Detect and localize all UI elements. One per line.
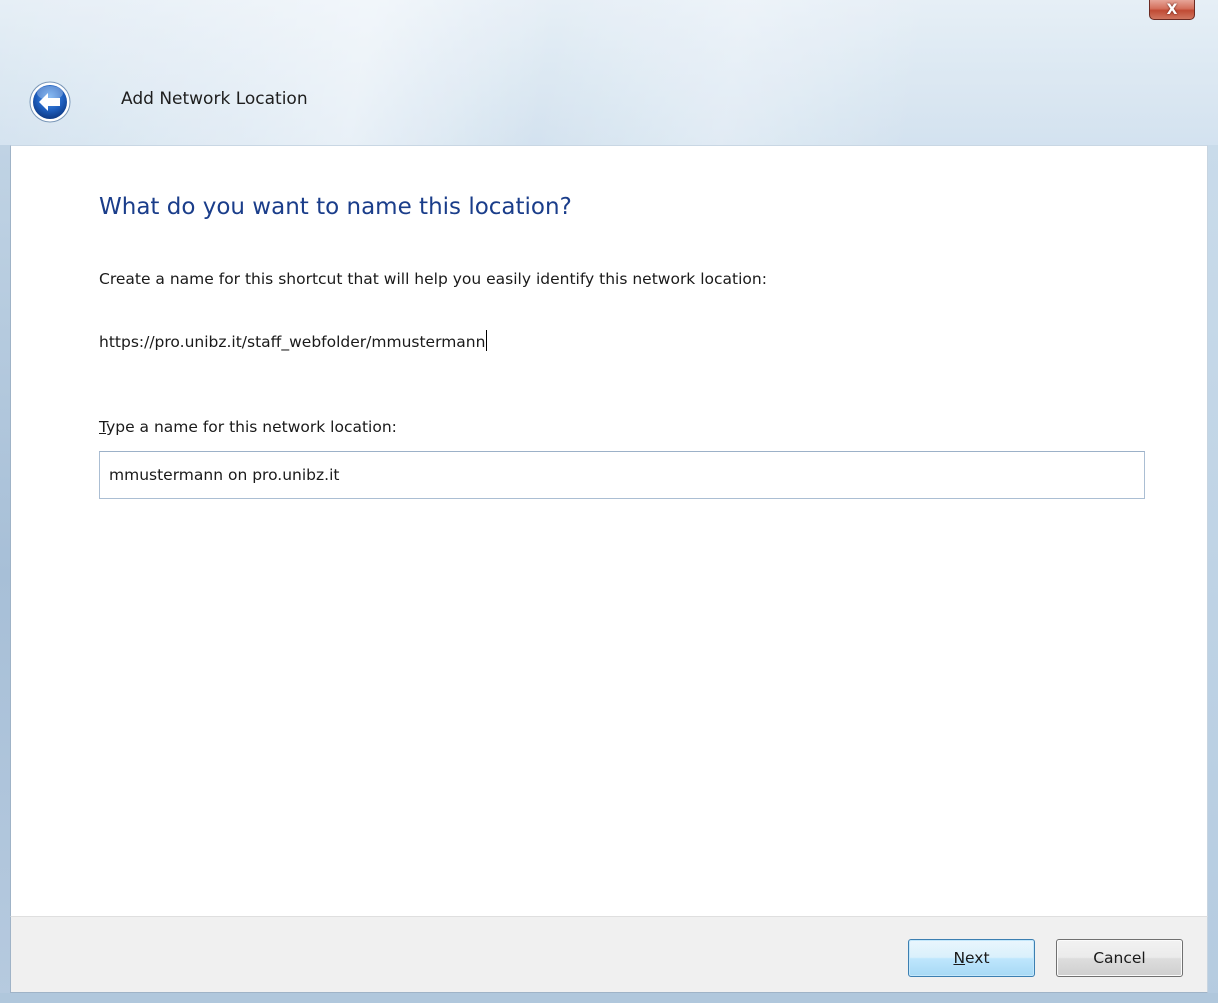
name-field-label-text: ype a name for this network location: [106, 418, 397, 436]
next-button-mnemonic: N [953, 949, 966, 967]
window-frame-left [0, 145, 10, 1003]
window-frame-right [1208, 145, 1218, 1003]
close-icon: X [1166, 1, 1178, 18]
close-button[interactable]: X [1149, 0, 1195, 20]
back-button[interactable] [28, 80, 72, 124]
page-heading: What do you want to name this location? [99, 194, 572, 220]
location-name-input[interactable] [99, 451, 1145, 499]
network-address-text: https://pro.unibz.it/staff_webfolder/mmu… [99, 330, 488, 351]
wizard-footer: Next Cancel [10, 916, 1208, 993]
window-frame-bottom [0, 993, 1218, 1003]
next-button-label: ext [965, 949, 990, 967]
cancel-button[interactable]: Cancel [1056, 939, 1183, 977]
window-title: Add Network Location [121, 89, 308, 109]
text-caret [486, 330, 488, 351]
name-field-label-mnemonic: T [99, 418, 107, 436]
wizard-content: What do you want to name this location? … [10, 145, 1208, 916]
back-arrow-icon [29, 81, 71, 123]
instruction-text: Create a name for this shortcut that wil… [99, 270, 767, 288]
dialog-window: X Add Network Location What do you want … [0, 0, 1218, 1003]
network-address-value: https://pro.unibz.it/staff_webfolder/mmu… [99, 333, 486, 351]
name-field-label: Type a name for this network location: [99, 418, 397, 436]
next-button[interactable]: Next [908, 939, 1035, 977]
